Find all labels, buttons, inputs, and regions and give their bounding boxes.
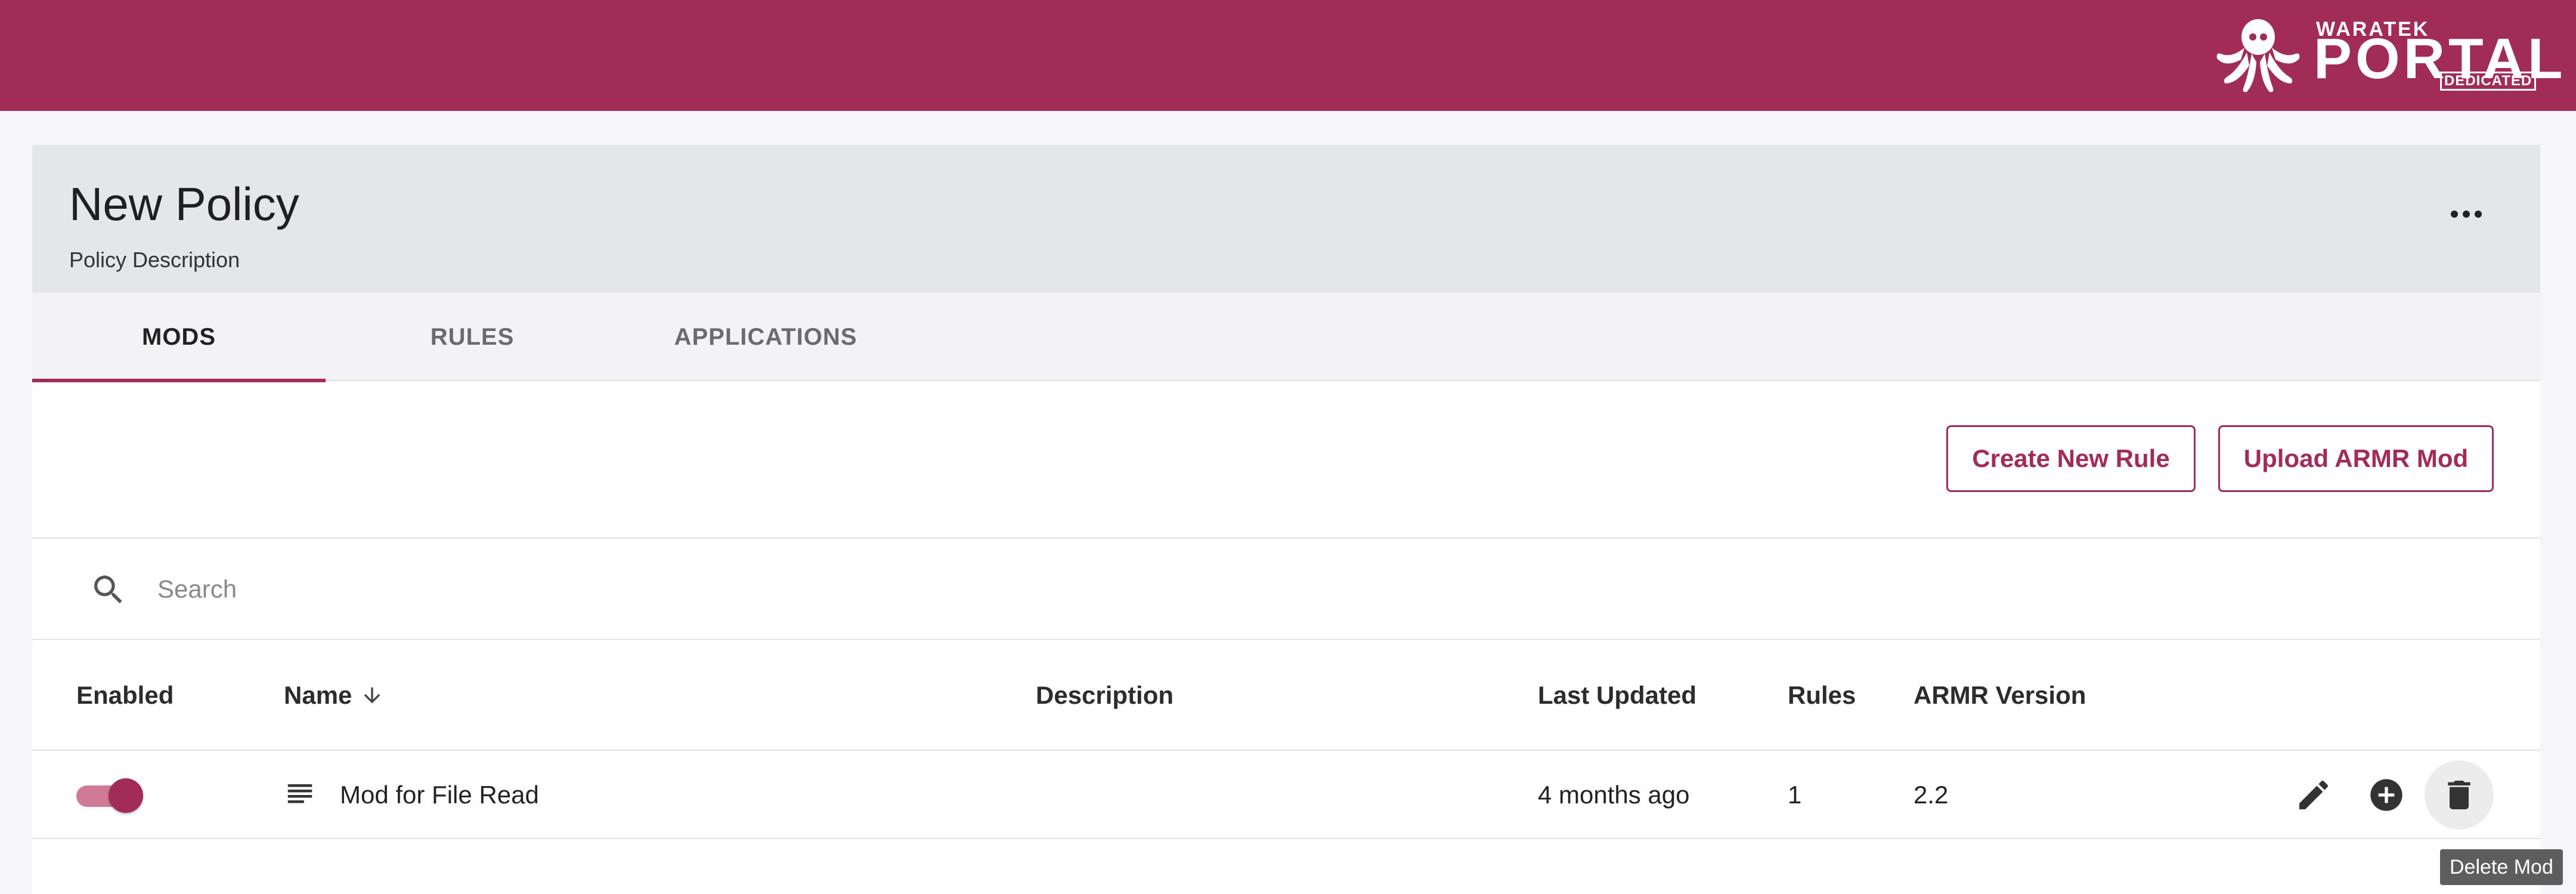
tab-rules[interactable]: RULES — [326, 293, 619, 381]
policy-header: New Policy Policy Description — [32, 145, 2540, 293]
search-input[interactable] — [157, 562, 1350, 616]
mod-name-cell: Mod for File Read — [284, 751, 539, 839]
delete-mod-button[interactable] — [2425, 760, 2494, 830]
column-header-rules[interactable]: Rules — [1788, 640, 1856, 751]
table-header: Enabled Name Description Last Updated Ru… — [32, 640, 2540, 751]
table-row[interactable]: Mod for File Read 4 months ago 1 2.2 — [32, 751, 2540, 839]
edit-mod-button[interactable] — [2279, 760, 2348, 830]
add-rule-button[interactable] — [2352, 760, 2421, 830]
tab-mods[interactable]: MODS — [32, 293, 326, 382]
mod-armr-version: 2.2 — [1914, 781, 1949, 809]
page-title: New Policy — [69, 178, 299, 230]
policy-description: Policy Description — [69, 248, 240, 272]
search-icon — [94, 576, 122, 604]
delete-mod-tooltip: Delete Mod — [2440, 849, 2563, 885]
upload-armr-mod-button[interactable]: Upload ARMR Mod — [2218, 425, 2494, 492]
action-bar: Create New Rule Upload ARMR Mod — [32, 381, 2540, 539]
app-header: WARATEK PORTAL DEDICATED — [0, 0, 2576, 111]
sort-descending-icon — [364, 687, 380, 704]
trash-icon — [2448, 781, 2470, 809]
search-bar — [32, 539, 2540, 640]
tab-applications[interactable]: APPLICATIONS — [619, 293, 912, 381]
more-options-button[interactable] — [2448, 202, 2484, 226]
policy-card: New Policy Policy Description MODS RULES… — [32, 145, 2540, 894]
enabled-toggle[interactable] — [76, 778, 143, 813]
mod-last-updated: 4 months ago — [1538, 781, 1690, 809]
tab-bar: MODS RULES APPLICATIONS — [32, 293, 2540, 382]
column-header-description[interactable]: Description — [1036, 640, 1174, 751]
column-header-name-label: Name — [284, 681, 352, 709]
brand-edition-tag: DEDICATED — [2440, 72, 2537, 91]
mod-rules-count: 1 — [1788, 781, 1802, 809]
mod-name[interactable]: Mod for File Read — [340, 781, 539, 809]
toggle-thumb — [109, 778, 143, 813]
octopus-logo-icon — [2216, 19, 2300, 92]
add-circle-icon — [2370, 779, 2402, 811]
more-horizontal-icon — [2451, 211, 2458, 218]
column-header-name[interactable]: Name — [284, 640, 384, 751]
list-icon — [287, 784, 312, 803]
column-header-last-updated[interactable]: Last Updated — [1538, 640, 1696, 751]
column-header-armr-version[interactable]: ARMR Version — [1914, 640, 2086, 751]
column-header-enabled[interactable]: Enabled — [76, 640, 174, 751]
pencil-icon — [2299, 780, 2329, 809]
waratek-portal-logo[interactable]: WARATEK PORTAL DEDICATED — [2213, 17, 2563, 94]
create-new-rule-button[interactable]: Create New Rule — [1946, 425, 2196, 492]
